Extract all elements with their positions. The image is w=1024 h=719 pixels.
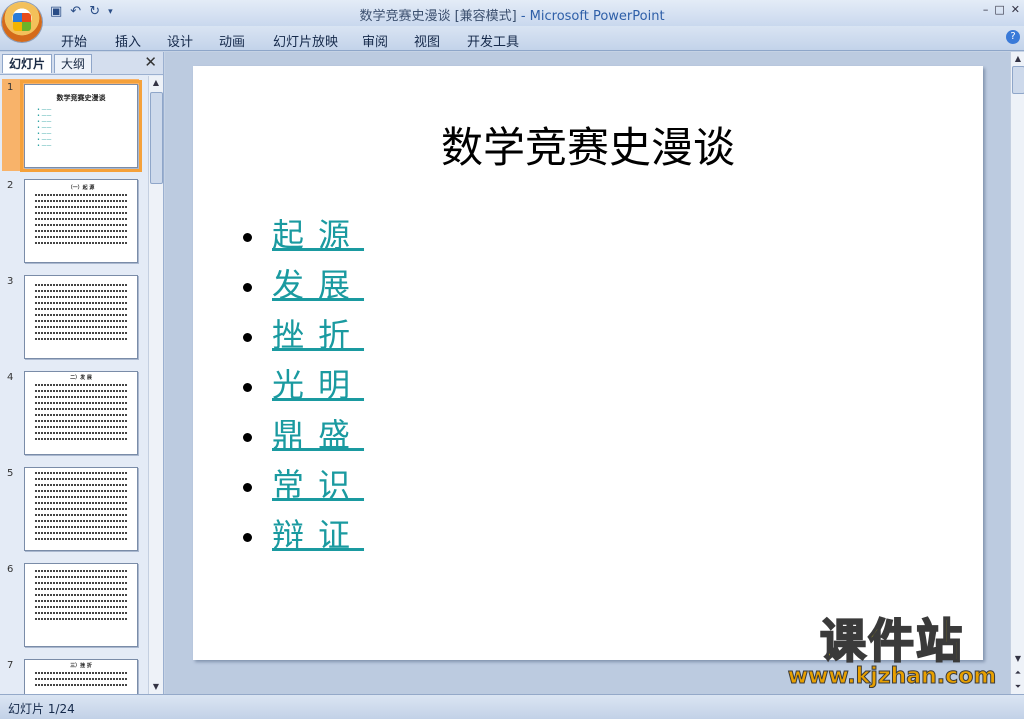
slides-panel: 幻灯片 大纲 ✕ 1 数学竞赛史漫谈 • —— • —— • —— • —— • —— •… — [0, 52, 164, 694]
scroll-up-icon[interactable]: ▲ — [1011, 52, 1024, 66]
help-icon[interactable]: ? — [1006, 30, 1020, 44]
slide-title[interactable]: 数学竞赛史漫谈 — [193, 114, 983, 175]
next-slide-icon[interactable]: ⏷ — [1011, 680, 1024, 694]
thumbnail-title: 三）挫 折 — [70, 663, 92, 669]
thumbnail-title: （一）起 源 — [67, 185, 95, 191]
bullet-icon — [243, 483, 252, 492]
close-panel-icon[interactable]: ✕ — [144, 53, 157, 71]
maximize-button[interactable]: □ — [994, 3, 1004, 16]
panel-scrollbar[interactable]: ▲ ▼ — [148, 76, 163, 694]
tab-insert[interactable]: 插入 — [115, 31, 141, 50]
bullet-icon — [243, 233, 252, 242]
bullet-list: 起源 发展 挫折 光明 鼎盛 常识 辩证 — [241, 210, 364, 560]
tab-outline[interactable]: 大纲 — [54, 54, 93, 73]
office-button[interactable] — [2, 2, 42, 42]
window-controls: – □ ✕ — [983, 3, 1020, 16]
link-bianzheng[interactable]: 辩证 — [272, 516, 364, 554]
bullet-icon — [243, 283, 252, 292]
tab-review[interactable]: 审阅 — [362, 31, 388, 50]
list-item: 鼎盛 — [241, 410, 364, 460]
thumbnail-slide-4[interactable]: 二）发 展 — [24, 371, 138, 455]
list-item: 辩证 — [241, 510, 364, 560]
window-title: 数学竞赛史漫谈 [兼容模式] - Microsoft PowerPoint — [0, 5, 1024, 24]
tab-slideshow[interactable]: 幻灯片放映 — [273, 31, 338, 50]
document-title: 数学竞赛史漫谈 [兼容模式] — [359, 9, 517, 24]
current-slide[interactable]: 数学竞赛史漫谈 起源 发展 挫折 光明 鼎盛 常识 辩证 — [193, 66, 983, 660]
list-item: 起源 — [241, 210, 364, 260]
link-dingsheng[interactable]: 鼎盛 — [272, 416, 364, 454]
close-button[interactable]: ✕ — [1011, 3, 1020, 16]
list-item: 挫折 — [241, 310, 364, 360]
scroll-up-icon[interactable]: ▲ — [149, 76, 163, 90]
list-item: 发展 — [241, 260, 364, 310]
status-bar: 幻灯片 1/24 — [0, 694, 1024, 719]
tab-animations[interactable]: 动画 — [219, 31, 245, 50]
link-cuozhe[interactable]: 挫折 — [272, 316, 364, 354]
tab-slides[interactable]: 幻灯片 — [2, 54, 53, 73]
tab-home[interactable]: 开始 — [61, 31, 87, 50]
watermark-main: 课件站 — [819, 614, 964, 668]
thumbnail-number: 4 — [7, 372, 14, 383]
tab-design[interactable]: 设计 — [167, 31, 193, 50]
watermark-url: www.kjzhan.com — [787, 664, 997, 689]
app-title: - Microsoft PowerPoint — [516, 9, 665, 24]
previous-slide-icon[interactable]: ⏶ — [1011, 666, 1024, 680]
thumbnail-slide-6[interactable] — [24, 563, 138, 647]
slide-indicator: 幻灯片 1/24 — [8, 702, 75, 716]
thumbnail-number: 5 — [7, 468, 14, 479]
ribbon-tabs: 开始 插入 设计 动画 幻灯片放映 审阅 视图 开发工具 ? — [0, 26, 1024, 51]
bullet-icon — [243, 383, 252, 392]
minimize-button[interactable]: – — [983, 3, 989, 16]
thumbnail-number: 6 — [7, 564, 14, 575]
panel-tabs: 幻灯片 大纲 ✕ — [0, 52, 163, 75]
thumbnail-slide-2[interactable]: （一）起 源 — [24, 179, 138, 263]
bullet-icon — [243, 433, 252, 442]
thumbnail-slide-5[interactable] — [24, 467, 138, 551]
title-bar: ▣ ↶ ↻ ▾ 数学竞赛史漫谈 [兼容模式] - Microsoft Power… — [0, 0, 1024, 26]
thumbnail-number: 7 — [7, 660, 14, 671]
link-fazhan[interactable]: 发展 — [272, 266, 364, 304]
thumbnail-slide-7[interactable]: 三）挫 折 — [24, 659, 138, 694]
scroll-down-icon[interactable]: ▼ — [149, 680, 163, 694]
watermark-logo: 课件站 www.kjzhan.com — [772, 614, 1012, 696]
thumbnail-number: 3 — [7, 276, 14, 287]
scrollbar-thumb[interactable] — [150, 92, 163, 184]
scrollbar-thumb[interactable] — [1012, 66, 1024, 94]
thumbnail-title: 数学竞赛史漫谈 — [56, 94, 106, 102]
thumbnail-bullets: • —— • —— • —— • —— • —— • —— • —— — [37, 107, 52, 149]
link-changshi[interactable]: 常识 — [272, 466, 364, 504]
thumbnail-list: 1 数学竞赛史漫谈 • —— • —— • —— • —— • —— • —— • —— 2… — [0, 76, 148, 694]
bullet-icon — [243, 333, 252, 342]
thumbnail-title: 二）发 展 — [70, 375, 92, 381]
slide-editing-area: 数学竞赛史漫谈 起源 发展 挫折 光明 鼎盛 常识 辩证 — [165, 52, 1010, 694]
thumbnail-number: 1 — [7, 82, 14, 93]
list-item: 光明 — [241, 360, 364, 410]
thumbnail-slide-3[interactable] — [24, 275, 138, 359]
tab-developer[interactable]: 开发工具 — [467, 31, 519, 50]
scroll-down-icon[interactable]: ▼ — [1011, 652, 1024, 666]
bullet-icon — [243, 533, 252, 542]
office-logo-icon — [13, 13, 31, 31]
slide-scrollbar[interactable]: ▲ ▼ ⏶ ⏷ — [1010, 52, 1024, 694]
link-qiyuan[interactable]: 起源 — [272, 216, 364, 254]
list-item: 常识 — [241, 460, 364, 510]
tab-view[interactable]: 视图 — [414, 31, 440, 50]
thumbnail-slide-1[interactable]: 数学竞赛史漫谈 • —— • —— • —— • —— • —— • —— • —— — [20, 80, 142, 172]
link-guangming[interactable]: 光明 — [272, 366, 364, 404]
thumbnail-number: 2 — [7, 180, 14, 191]
